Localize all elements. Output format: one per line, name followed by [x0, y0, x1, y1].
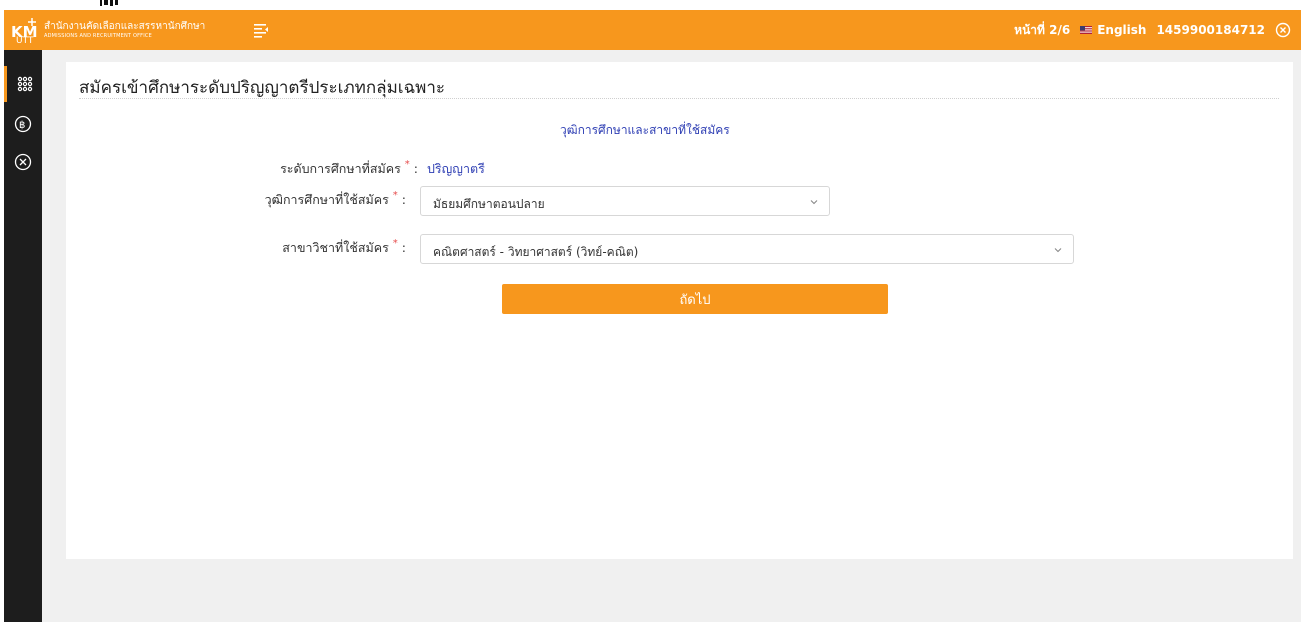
us-flag-icon	[1080, 26, 1093, 34]
major-label: สาขาวิชาที่ใช้สมัคร	[282, 240, 389, 255]
close-circle-icon	[14, 153, 32, 171]
menu-toggle-icon[interactable]	[252, 21, 270, 39]
kmutt-logo-icon: KM UTT	[11, 18, 38, 44]
qualification-select[interactable]: มัธยมศึกษาตอนปลาย	[420, 186, 830, 216]
required-mark: *	[392, 190, 398, 201]
baht-coin-icon: ฿	[14, 115, 32, 133]
page-title: สมัครเข้าศึกษาระดับปริญญาตรีประเภทกลุ่มเ…	[79, 78, 446, 98]
level-value: ปริญญาตรี	[427, 161, 485, 176]
top-navbar: KM UTT สำนักงานคัดเลือกและสรรหานักศึกษา …	[4, 10, 1301, 50]
sidebar: ฿	[4, 50, 42, 622]
top-right-controls: หน้าที่ 2/6 English 1459900184712	[1014, 10, 1291, 50]
chevron-down-icon	[810, 200, 818, 205]
qualification-label: วุฒิการศึกษาที่ใช้สมัคร	[264, 192, 389, 207]
language-label: English	[1097, 23, 1147, 37]
app-shell: KM UTT สำนักงานคัดเลือกและสรรหานักศึกษา …	[4, 10, 1301, 622]
language-switch[interactable]: English	[1080, 23, 1146, 37]
required-mark: *	[392, 238, 398, 249]
sidebar-item-cancel[interactable]	[4, 144, 42, 180]
logout-close-icon[interactable]	[1275, 22, 1291, 38]
org-name-thai: สำนักงานคัดเลือกและสรรหานักศึกษา	[44, 21, 206, 32]
sidebar-item-payment[interactable]: ฿	[4, 106, 42, 142]
page-indicator: หน้าที่ 2/6	[1014, 22, 1071, 37]
required-mark: *	[404, 159, 410, 170]
section-title: วุฒิการศึกษาและสาขาที่ใช้สมัคร	[560, 123, 730, 137]
title-divider	[79, 98, 1279, 99]
svg-text:UTT: UTT	[16, 36, 34, 44]
major-selected-value: คณิตศาสตร์ - วิทยาศาสตร์ (วิทย์-คณิต)	[433, 245, 639, 259]
user-id: 1459900184712	[1156, 23, 1265, 37]
org-name-english: ADMISSIONS AND RECRUITMENT OFFICE	[44, 33, 152, 39]
label-colon: :	[401, 192, 406, 207]
label-colon: :	[413, 161, 418, 176]
level-label: ระดับการศึกษาที่สมัคร	[280, 161, 401, 176]
main-card: สมัครเข้าศึกษาระดับปริญญาตรีประเภทกลุ่มเ…	[66, 62, 1293, 559]
apps-grid-icon	[17, 76, 32, 92]
svg-text:฿: ฿	[19, 120, 25, 131]
sidebar-item-apps[interactable]	[4, 66, 42, 102]
next-button[interactable]: ถัดไป	[502, 284, 888, 314]
chevron-down-icon	[1054, 248, 1062, 253]
qualification-label-group: วุฒิการศึกษาที่ใช้สมัคร * :	[265, 190, 406, 210]
level-label-group: ระดับการศึกษาที่สมัคร * :	[280, 159, 418, 179]
major-select[interactable]: คณิตศาสตร์ - วิทยาศาสตร์ (วิทย์-คณิต)	[420, 234, 1074, 264]
major-label-group: สาขาวิชาที่ใช้สมัคร * :	[282, 238, 406, 258]
qualification-selected-value: มัธยมศึกษาตอนปลาย	[433, 197, 545, 211]
label-colon: :	[401, 240, 406, 255]
top-edge-artifact	[100, 0, 118, 6]
